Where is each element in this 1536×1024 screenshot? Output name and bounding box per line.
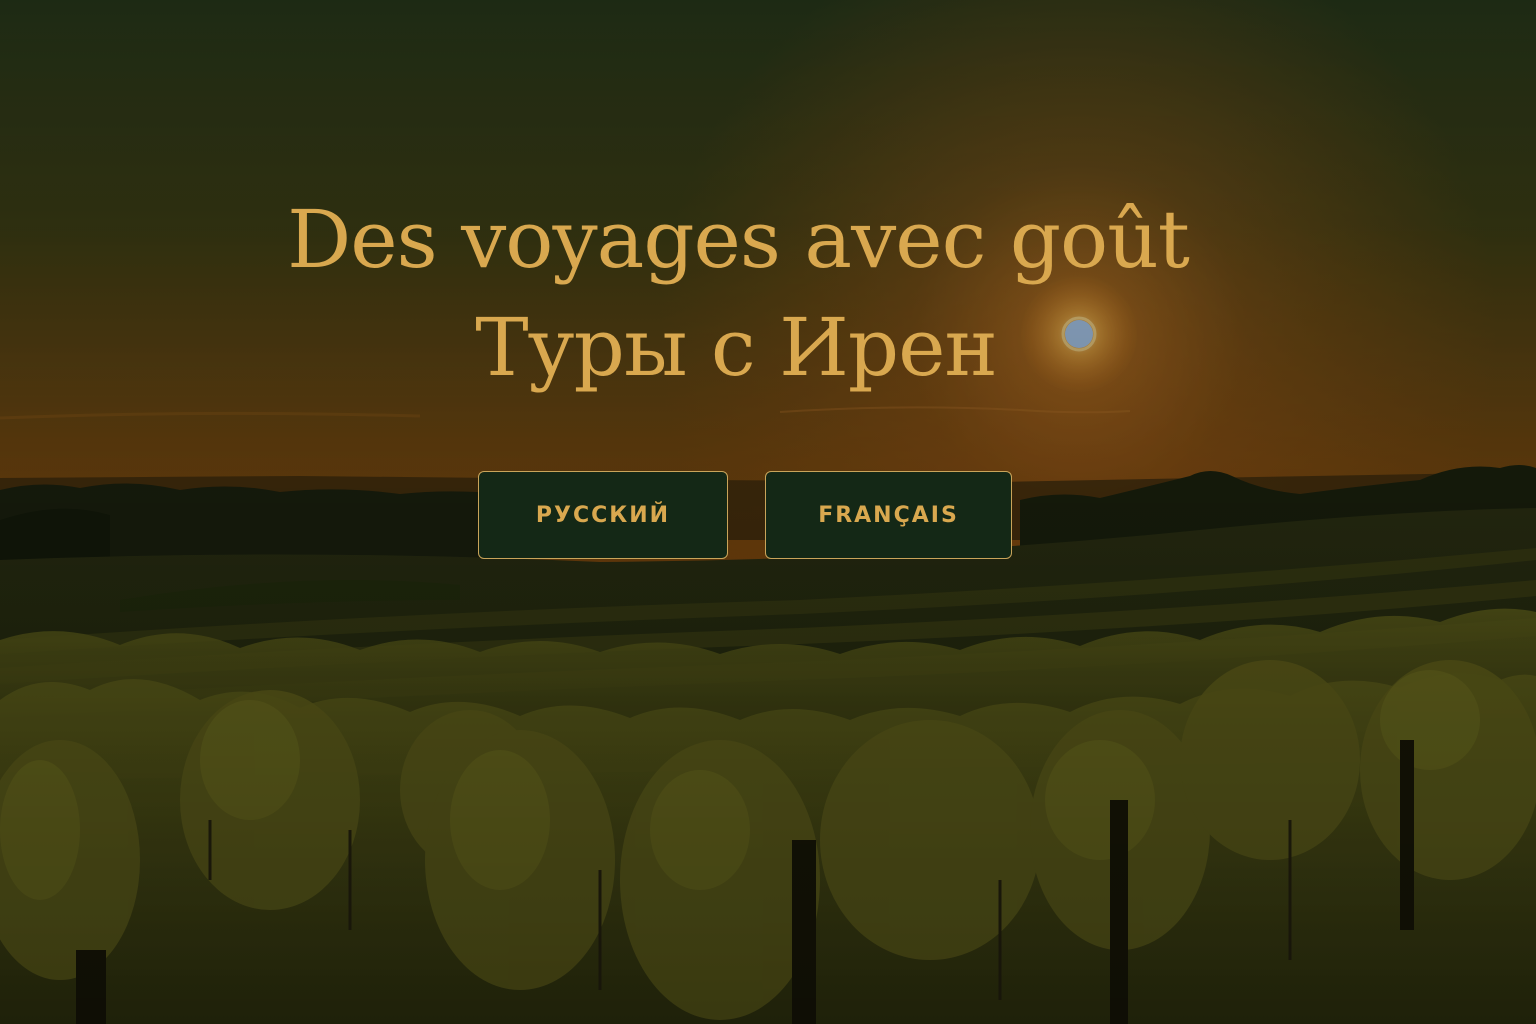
language-button-french[interactable]: FRANÇAIS: [765, 471, 1012, 559]
hero-title-french: Des voyages avec goût: [287, 193, 1190, 286]
hero-title-russian: Туры с Ирен: [475, 301, 998, 394]
hero-title: Des voyages avec goût Туры с Ирен: [0, 186, 1476, 402]
language-button-russian[interactable]: РУССКИЙ: [478, 471, 728, 559]
hero-section: Des voyages avec goût Туры с Ирен РУССКИ…: [0, 0, 1536, 1024]
